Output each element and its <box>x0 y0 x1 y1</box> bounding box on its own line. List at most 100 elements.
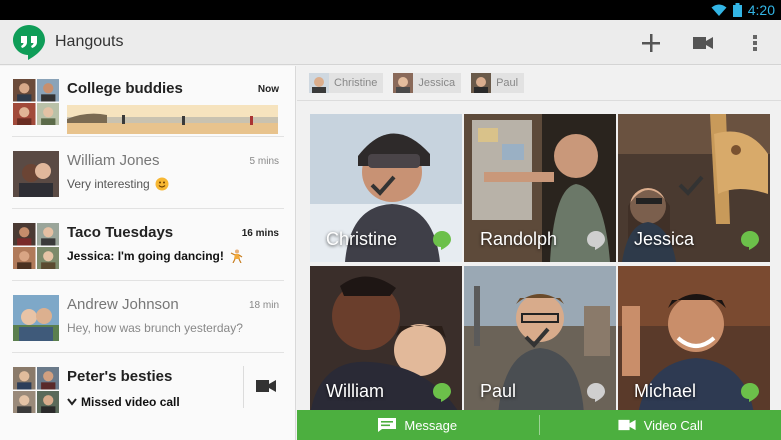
video-call-icon <box>256 380 276 392</box>
conversation-name: Taco Tuesdays <box>67 224 174 241</box>
conversation-name: College buddies <box>67 80 183 97</box>
avatar <box>36 246 59 269</box>
smiley-emoji-icon <box>155 177 169 191</box>
conversation-name: Peter's besties <box>67 368 173 385</box>
group-avatar <box>13 79 59 125</box>
chip-label: Paul <box>496 77 519 89</box>
overflow-menu-icon <box>753 35 757 51</box>
action-bar: Hangouts <box>0 20 781 65</box>
avatar <box>13 295 59 341</box>
conversation-item[interactable]: William Jones 5 mins Very interesting <box>0 138 295 209</box>
avatar <box>13 390 36 413</box>
avatar <box>13 223 36 246</box>
app-title: Hangouts <box>55 33 124 50</box>
conversation-time: 16 mins <box>241 228 279 239</box>
online-status-icon <box>741 231 759 250</box>
avatar <box>13 246 36 269</box>
clock: 4:20 <box>747 2 775 18</box>
contact-name: Randolph <box>480 229 558 249</box>
video-call-icon <box>693 37 713 49</box>
snippet-text: Very interesting <box>67 177 150 191</box>
avatar <box>36 390 59 413</box>
avatar <box>36 79 59 102</box>
message-label: Message <box>404 417 458 433</box>
contact-tile[interactable]: Christine <box>310 114 462 262</box>
conversation-item[interactable]: Taco Tuesdays 16 mins Jessica: I'm going… <box>0 210 295 281</box>
participant-chip[interactable]: Jessica <box>393 73 462 93</box>
conversation-name: Andrew Johnson <box>67 296 179 313</box>
divider <box>297 100 781 101</box>
avatar <box>36 367 59 390</box>
wifi-icon <box>711 4 727 16</box>
snippet-text: Jessica: I'm going dancing! <box>67 249 224 263</box>
conversation-snippet: Jessica: I'm going dancing! <box>67 249 243 263</box>
avatar <box>13 151 59 197</box>
chip-label: Christine <box>334 77 378 89</box>
overflow-menu-button[interactable] <box>741 29 769 57</box>
group-avatar <box>13 367 59 413</box>
offline-status-icon <box>587 231 605 250</box>
contact-tile[interactable]: Paul <box>464 266 616 414</box>
shared-photo[interactable] <box>67 105 278 134</box>
conversation-time: 18 min <box>248 300 279 311</box>
online-status-icon <box>433 383 451 402</box>
bottom-action-bar: Message Video Call <box>297 410 781 440</box>
divider <box>243 366 244 408</box>
message-button[interactable]: Message <box>297 410 539 440</box>
call-back-button[interactable] <box>254 376 278 396</box>
video-call-icon <box>618 419 636 431</box>
conversation-item[interactable]: Andrew Johnson 18 min Hey, how was brunc… <box>0 282 295 353</box>
conversation-item[interactable]: Peter's besties Missed video call <box>0 354 295 425</box>
avatar <box>36 102 59 125</box>
selected-check-icon <box>370 175 396 196</box>
contact-grid: Christine Randolph Jessica William Paul … <box>310 114 770 414</box>
status-bar: 4:20 <box>0 0 781 20</box>
video-call-button[interactable] <box>689 29 717 57</box>
group-avatar <box>13 223 59 269</box>
chip-label: Jessica <box>418 77 456 89</box>
message-icon <box>378 418 397 432</box>
contact-name: William <box>326 381 384 401</box>
new-conversation-button[interactable] <box>637 29 665 57</box>
avatar <box>36 223 59 246</box>
avatar <box>309 73 329 93</box>
battery-icon <box>732 3 742 17</box>
add-icon <box>642 34 660 52</box>
participant-chip[interactable]: Paul <box>471 73 525 93</box>
snippet-text: Missed video call <box>81 395 180 409</box>
contact-tile[interactable]: Jessica <box>618 114 770 262</box>
participant-chip[interactable]: Christine <box>309 73 384 93</box>
avatar <box>13 79 36 102</box>
avatar <box>13 367 36 390</box>
contact-name: Michael <box>634 381 697 401</box>
avatar <box>13 102 36 125</box>
online-status-icon <box>433 231 451 250</box>
conversation-list[interactable]: College buddies Now William Jones 5 mins… <box>0 66 296 440</box>
avatar <box>471 73 492 93</box>
contact-name: Jessica <box>634 229 695 249</box>
contact-name: Paul <box>480 381 517 401</box>
selected-check-icon <box>678 175 704 196</box>
video-call-action-button[interactable]: Video Call <box>540 410 781 440</box>
conversation-time: 5 mins <box>249 156 279 167</box>
status-icons: 4:20 <box>711 2 775 18</box>
contact-tile[interactable]: Michael <box>618 266 770 414</box>
conversation-time: Now <box>257 84 279 95</box>
online-status-icon <box>741 383 759 402</box>
video-call-label: Video Call <box>643 417 703 433</box>
conversation-snippet: Hey, how was brunch yesterday? <box>67 321 243 335</box>
conversation-item[interactable]: College buddies Now <box>0 66 295 137</box>
hangouts-logo[interactable] <box>12 24 46 60</box>
avatar <box>393 73 414 93</box>
contact-tile[interactable]: Randolph <box>464 114 616 262</box>
dancer-emoji-icon <box>230 249 243 263</box>
chevron-down-icon <box>67 398 77 406</box>
conversation-snippet: Very interesting <box>67 177 169 191</box>
selected-participants: Christine Jessica Paul <box>309 73 525 93</box>
contact-picker-pane: Christine Jessica Paul Christine Randolp… <box>297 66 781 440</box>
selected-check-icon <box>524 327 550 348</box>
conversation-name: William Jones <box>67 152 160 169</box>
conversation-snippet: Missed video call <box>67 395 180 409</box>
offline-status-icon <box>587 383 605 402</box>
contact-tile[interactable]: William <box>310 266 462 414</box>
